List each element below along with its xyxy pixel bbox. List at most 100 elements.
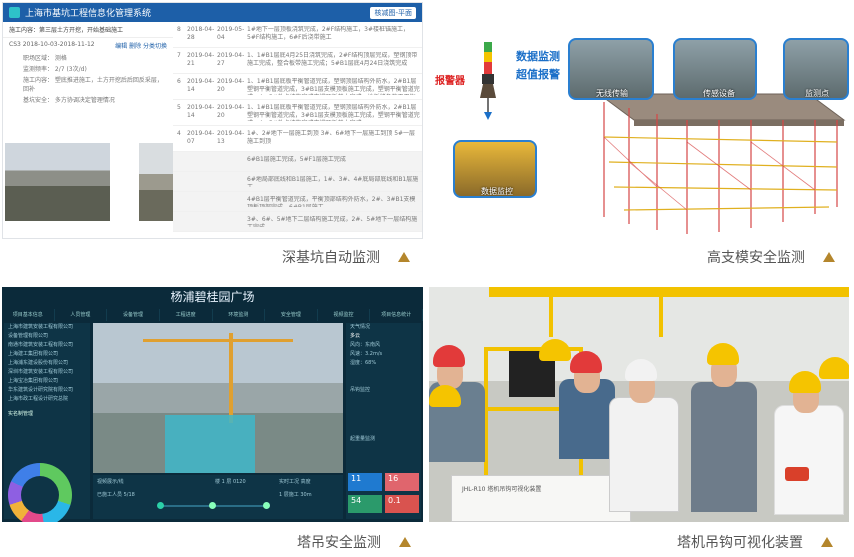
row-start-date: 2019-04-21 xyxy=(187,52,215,67)
kpi-tile[interactable]: 16 xyxy=(385,473,419,491)
view-toggle-button[interactable]: 核减图-平面 xyxy=(370,6,416,19)
row-text: 1#地下一层顶板浇筑完成，2#F结构施工，3#楼桩锚施工，5#F结构施工，6#F… xyxy=(247,26,409,41)
hard-hat xyxy=(789,371,821,393)
wind-speed: 风速：3.2m/s xyxy=(350,351,383,357)
status-label: 已施工人员 5/18 xyxy=(97,492,135,498)
sensor-device-photo: 传感设备 xyxy=(673,38,757,100)
device-sign: JHL-R10 塔机吊钩可视化装置 xyxy=(451,475,631,522)
person xyxy=(774,405,844,515)
sensor-tag: 传感设备 xyxy=(703,89,735,98)
app-logo-icon xyxy=(9,7,20,18)
hard-hat xyxy=(570,351,602,373)
row-index: 7 xyxy=(177,52,181,59)
tab-project-info[interactable]: 项目基本信息 xyxy=(2,309,55,321)
device-sign-text: JHL-R10 塔机吊钩可视化装置 xyxy=(462,486,542,493)
hard-hat xyxy=(707,343,739,365)
company-item[interactable]: 上海建工集团有限公司 xyxy=(4,350,90,359)
wind-direction: 风向：东南风 xyxy=(350,342,381,348)
row-text: 1#、2#地下一层施工到顶 3#、6#地下一层施工到顶 5#一层施工到顶 xyxy=(247,130,416,145)
company-item[interactable]: 上海市政工程设计研究总院 xyxy=(4,395,90,404)
tab-environment[interactable]: 环境监测 xyxy=(213,309,266,321)
row-text: 1、1#B1层底板平衡管道完成，塑钢顶层结构外防水，2#B1层塑钢平衡管道完成，… xyxy=(247,78,420,95)
overhead-truss xyxy=(489,287,849,297)
caption-deep-foundation: 深基坑自动监测 xyxy=(282,247,410,267)
timeline-row[interactable]: 8 2018-04-28 2019-05-04 1#地下一层顶板浇筑完成，2#F… xyxy=(173,22,422,48)
timeline-row[interactable]: 4#B1层平衡管道完成，平衡顶部结构外防水，2#、3#B1支模顶板顶部完成，6#… xyxy=(173,192,422,212)
action-links[interactable]: 编辑 删除 分类切换 xyxy=(115,41,167,50)
caption-text: 深基坑自动监测 xyxy=(282,250,380,266)
company-item[interactable]: 上海市建筑安装工程有限公司 xyxy=(4,323,90,332)
kpi-tile[interactable]: 54 xyxy=(348,495,382,513)
timeline-row[interactable]: 6#B1层施工完成，5#F1层施工完成 xyxy=(173,152,422,172)
company-item[interactable]: 上海宝冶集团有限公司 xyxy=(4,377,90,386)
load-monitor-heading: 起重量监测 xyxy=(350,436,376,442)
progress-node[interactable] xyxy=(209,502,216,509)
row-start-date: 2019-04-14 xyxy=(187,78,215,93)
tab-video[interactable]: 视频监控 xyxy=(318,309,371,321)
company-item[interactable]: 南通市建筑安装工程有限公司 xyxy=(4,341,90,350)
kpi-tile[interactable]: 11 xyxy=(348,473,382,491)
truss-hanger xyxy=(549,297,553,337)
crane-video-feed[interactable] xyxy=(93,323,343,473)
company-item[interactable]: 深圳市建筑安装工程有限公司 xyxy=(4,368,90,377)
row-text: 6#地局部底线和B1层施工，1#、3#、4#底局部底线和B1层施工 xyxy=(247,176,419,187)
crane-hook-device-photo: JHL-R10 塔机吊钩可视化装置 xyxy=(429,287,849,522)
tab-personnel[interactable]: 人员管理 xyxy=(55,309,108,321)
info-line: 施工内容： 塑底推进施工，土方开挖后后回反采层，回补 xyxy=(23,77,163,93)
timeline-row[interactable]: 4 2019-04-07 2019-04-13 1#、2#地下一层施工到顶 3#… xyxy=(173,126,422,152)
tab-statistics[interactable]: 项目信息统计 xyxy=(370,309,423,321)
row-end-date: 2019-04-13 xyxy=(217,130,245,145)
timeline-row[interactable]: 6#地局部底线和B1层施工，1#、3#、4#底局部底线和B1层施工 xyxy=(173,172,422,192)
row-text: 1、1#B1层底4月25日浇筑完成，2#F结构顶层完成，塑钢顶带施工完成，整合板… xyxy=(247,52,418,67)
weather-value: 多云 xyxy=(350,333,361,339)
info-line: 监测频率： 2/7 (3次/d) xyxy=(23,66,87,73)
hard-hat xyxy=(819,357,849,379)
row-index: 5 xyxy=(177,104,181,111)
info-line: 基坑安全： 多方协调决定管理情况 xyxy=(23,97,115,104)
timeline-row[interactable]: 5 2019-04-14 2019-04-20 1、1#B1层底板平衡管道完成，… xyxy=(173,100,422,126)
tower-crane-dashboard: 杨浦碧桂园广场 项目基本信息 人员管理 设备管理 工程进度 环境监测 安全管理 … xyxy=(2,287,423,522)
row-end-date: 2019-04-20 xyxy=(217,104,245,119)
row-start-date: 2019-04-07 xyxy=(187,130,215,145)
triangle-icon xyxy=(821,537,833,547)
company-item[interactable]: 设备管理有限公司 xyxy=(4,332,90,341)
data-monitor-label: 数据监测 xyxy=(516,50,560,63)
company-list-panel: 上海市建筑安装工程有限公司 设备管理有限公司 南通市建筑安装工程有限公司 上海建… xyxy=(4,323,90,522)
tab-safety[interactable]: 安全管理 xyxy=(265,309,318,321)
row-end-date: 2019-04-27 xyxy=(217,52,245,67)
crane-status-panel: 视频展示/线 已施工人员 5/18 楼 1 层 0120 实时工况 高度 1 层… xyxy=(93,475,343,519)
monitor-point-tag: 监测点 xyxy=(805,89,829,98)
status-heading: 视频展示/线 xyxy=(97,479,124,485)
truss-hanger xyxy=(659,297,663,337)
progress-node[interactable] xyxy=(157,502,164,509)
tab-progress[interactable]: 工程进度 xyxy=(160,309,213,321)
company-item[interactable]: 上海浦东建设股份有限公司 xyxy=(4,359,90,368)
triangle-icon xyxy=(823,252,835,262)
row-text: 1、1#B1层底板平衡管道完成，塑钢顶层结构外防水，2#B1层塑钢平衡管道完成，… xyxy=(247,104,420,121)
remote-controller xyxy=(785,467,809,481)
caption-text: 塔机吊钩可视化装置 xyxy=(677,535,803,551)
info-line: 职场区域： 测格 xyxy=(23,55,67,62)
wireless-tag: 无线传输 xyxy=(596,89,628,98)
site-photo[interactable] xyxy=(5,143,110,221)
row-index: 8 xyxy=(177,26,181,33)
progress-node[interactable] xyxy=(263,502,270,509)
row-text: 6#B1层施工完成，5#F1层施工完成 xyxy=(247,156,346,163)
date-range: CS3 2018-10-03-2018-11-12 xyxy=(9,41,95,48)
tab-equipment[interactable]: 设备管理 xyxy=(107,309,160,321)
building-under-construction xyxy=(165,415,255,473)
monitoring-point-photo: 监测点 xyxy=(783,38,849,100)
kpi-tile[interactable]: 0.1 xyxy=(385,495,419,513)
person xyxy=(609,397,679,512)
app-title: 上海市基坑工程信息化管理系统 xyxy=(25,9,152,19)
crane-mast xyxy=(229,333,233,423)
wireless-transmission-photo: 无线传输 xyxy=(568,38,654,100)
timeline-row[interactable]: 6 2019-04-14 2019-04-20 1、1#B1层底板平衡管道完成，… xyxy=(173,74,422,100)
data-review-tag: 数据监控 xyxy=(481,187,513,196)
company-item[interactable]: 华东建筑设计研究院有限公司 xyxy=(4,386,90,395)
progress-timeline: 8 2018-04-28 2019-05-04 1#地下一层顶板浇筑完成，2#F… xyxy=(173,22,422,238)
timeline-row[interactable]: 7 2019-04-21 2019-04-27 1、1#B1层底4月25日浇筑完… xyxy=(173,48,422,74)
timeline-row[interactable]: 3#、6#、5#地下二层结构施工完成，2#、5#地下一层结构施工完成 xyxy=(173,212,422,232)
row-end-date: 2019-04-20 xyxy=(217,78,245,93)
date-row: CS3 2018-10-03-2018-11-12 编辑 删除 分类切换 xyxy=(3,38,173,53)
